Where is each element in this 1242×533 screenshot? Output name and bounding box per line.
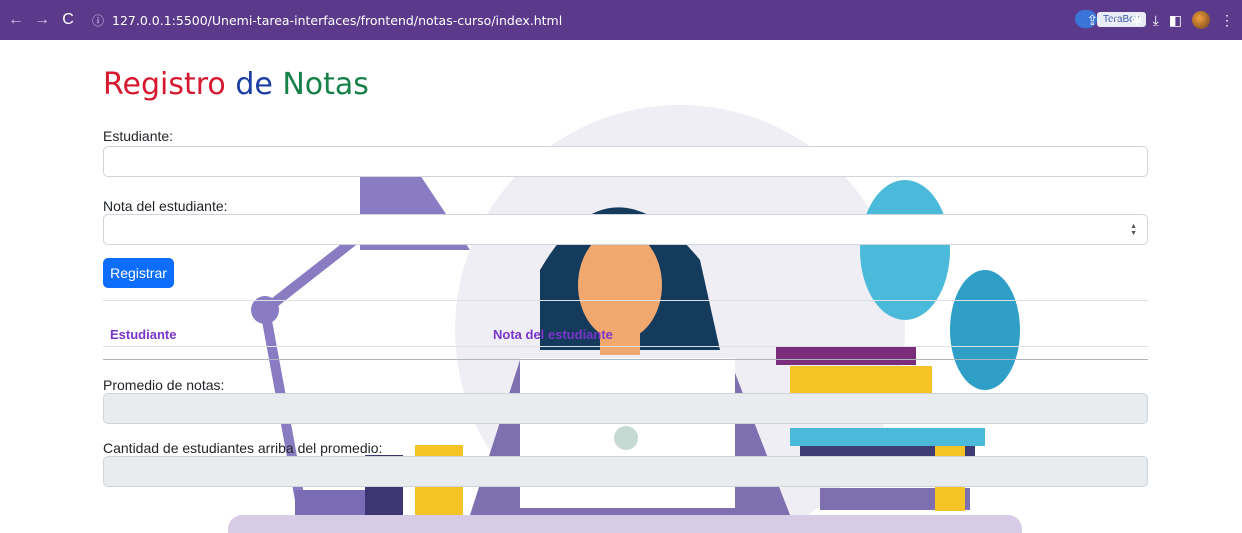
student-input[interactable] xyxy=(103,146,1148,177)
table-bottom-divider xyxy=(103,359,1148,360)
student-label: Estudiante: xyxy=(103,128,174,144)
above-average-output xyxy=(103,456,1148,487)
bookmark-icon[interactable]: ☆ xyxy=(1108,12,1121,29)
extensions-icon[interactable]: ✱ xyxy=(1131,12,1143,29)
back-icon[interactable]: ← xyxy=(6,10,26,30)
register-button[interactable]: Registrar xyxy=(103,258,174,288)
title-word-de: de xyxy=(235,67,273,102)
table-header-grade: Nota del estudiante xyxy=(493,327,613,342)
profile-avatar[interactable] xyxy=(1192,11,1210,29)
reload-icon[interactable]: C xyxy=(58,10,78,30)
share-icon[interactable]: ⇪ xyxy=(1087,12,1099,29)
url-text: 127.0.0.1:5500/Unemi-tarea-interfaces/fr… xyxy=(112,12,563,28)
grade-input[interactable]: ▲ ▼ xyxy=(103,214,1148,245)
average-label: Promedio de notas: xyxy=(103,377,225,393)
sidepanel-icon[interactable]: ◧ xyxy=(1169,12,1182,29)
average-output xyxy=(103,393,1148,424)
grade-label: Nota del estudiante: xyxy=(103,198,228,214)
table-top-divider xyxy=(103,300,1148,301)
title-word-registro: Registro xyxy=(103,67,226,102)
address-bar[interactable]: ⓘ 127.0.0.1:5500/Unemi-tarea-interfaces/… xyxy=(92,9,1232,31)
browser-toolbar: ← → C ⓘ 127.0.0.1:5500/Unemi-tarea-inter… xyxy=(0,0,1242,40)
above-average-label: Cantidad de estudiantes arriba del prome… xyxy=(103,440,383,456)
number-spinner-icon[interactable]: ▲ ▼ xyxy=(1130,223,1137,237)
table-header-divider xyxy=(103,346,1148,347)
title-word-notas: Notas xyxy=(282,67,369,102)
site-info-icon[interactable]: ⓘ xyxy=(92,12,104,29)
page-title: Registro de Notas xyxy=(103,67,369,102)
download-icon[interactable]: ⤓ xyxy=(1153,12,1159,29)
table-header-student: Estudiante xyxy=(110,327,177,342)
menu-icon[interactable]: ⋮ xyxy=(1220,12,1234,29)
forward-icon[interactable]: → xyxy=(32,10,52,30)
